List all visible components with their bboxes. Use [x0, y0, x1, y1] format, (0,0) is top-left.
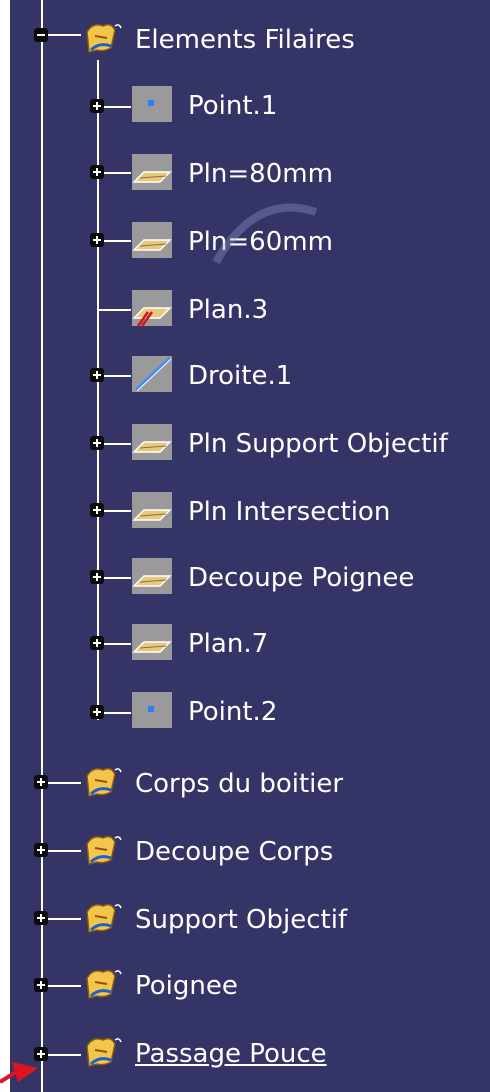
expand-toggle[interactable]	[90, 436, 104, 450]
expand-toggle[interactable]	[90, 99, 104, 113]
tree-trunk-line	[41, 0, 43, 1092]
tree-node-plan-3[interactable]: Plan.3	[188, 290, 268, 330]
tree-node-decoupe-poignee[interactable]: Decoupe Poignee	[188, 558, 414, 598]
expand-toggle[interactable]	[34, 978, 48, 992]
expand-toggle[interactable]	[90, 368, 104, 382]
tree-node-poignee[interactable]: Poignee	[135, 966, 238, 1006]
watermark-graphic	[212, 203, 318, 264]
geometrical-set-icon[interactable]	[81, 764, 125, 804]
tree-node-passage-pouce[interactable]: Passage Pouce	[135, 1034, 327, 1074]
tree-node-plan-7[interactable]: Plan.7	[188, 624, 268, 664]
geometrical-set-icon[interactable]	[81, 966, 125, 1006]
plane-icon[interactable]	[130, 622, 174, 662]
specification-tree: Elements Filaires Point.1 Pln=80mm Pln=6…	[10, 0, 490, 1092]
expand-toggle[interactable]	[90, 503, 104, 517]
expand-toggle[interactable]	[90, 570, 104, 584]
expand-toggle[interactable]	[90, 636, 104, 650]
red-arrow-icon	[0, 1062, 38, 1084]
expand-toggle[interactable]	[34, 843, 48, 857]
collapse-toggle[interactable]	[34, 28, 48, 42]
geometrical-set-icon[interactable]	[81, 900, 125, 940]
tree-node-elements-filaires[interactable]: Elements Filaires	[135, 20, 355, 60]
plane-icon[interactable]	[130, 152, 174, 192]
tree-node-point-2[interactable]: Point.2	[188, 692, 277, 732]
point-icon[interactable]	[130, 690, 174, 730]
line-icon[interactable]	[130, 354, 174, 394]
plane-hidden-icon[interactable]	[130, 288, 174, 328]
tree-node-decoupe-corps[interactable]: Decoupe Corps	[135, 832, 333, 872]
plane-icon[interactable]	[130, 220, 174, 260]
expand-toggle[interactable]	[90, 165, 104, 179]
tree-branch-line	[97, 60, 99, 720]
tree-node-point-1[interactable]: Point.1	[188, 86, 277, 126]
expand-toggle[interactable]	[34, 775, 48, 789]
plane-icon[interactable]	[130, 422, 174, 462]
expand-toggle[interactable]	[90, 233, 104, 247]
tree-node-pln-support-objectif[interactable]: Pln Support Objectif	[188, 424, 448, 464]
geometrical-set-icon[interactable]	[81, 832, 125, 872]
expand-toggle[interactable]	[34, 911, 48, 925]
point-icon[interactable]	[130, 84, 174, 124]
geometrical-set-icon[interactable]	[81, 1034, 125, 1074]
plane-icon[interactable]	[130, 556, 174, 596]
tree-node-droite-1[interactable]: Droite.1	[188, 356, 292, 396]
geometrical-set-icon[interactable]	[81, 20, 125, 60]
plane-icon[interactable]	[130, 490, 174, 530]
tree-node-corps-du-boitier[interactable]: Corps du boitier	[135, 764, 343, 804]
tree-connector	[97, 309, 131, 311]
tree-node-support-objectif[interactable]: Support Objectif	[135, 900, 347, 940]
tree-node-pln-intersection[interactable]: Pln Intersection	[188, 492, 390, 532]
expand-toggle[interactable]	[90, 705, 104, 719]
